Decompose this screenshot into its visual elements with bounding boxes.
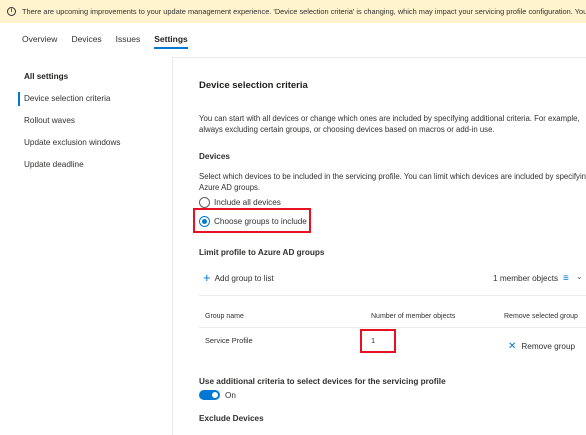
limit-profile-heading: Limit profile to Azure AD groups xyxy=(199,248,325,257)
remove-group-button[interactable]: ✕ Remove group xyxy=(508,341,575,352)
devices-heading: Devices xyxy=(199,152,230,161)
settings-sidebar: All settings Device selection criteria R… xyxy=(0,70,172,180)
add-group-button[interactable]: + Add group to list xyxy=(203,270,274,285)
member-objects-count: 1 member objects xyxy=(493,274,559,283)
plus-icon: + xyxy=(203,270,211,285)
radio-include-all-devices[interactable]: Include all devices xyxy=(199,197,281,208)
table-header-divider xyxy=(199,327,586,328)
table-cell-group-name: Service Profile xyxy=(205,336,253,345)
sidebar-item-rollout-waves[interactable]: Rollout waves xyxy=(0,114,172,128)
filter-lines-icon[interactable]: ≡ xyxy=(563,273,569,284)
radio-circle xyxy=(199,197,210,208)
sidebar-item-update-deadline[interactable]: Update deadline xyxy=(0,158,172,172)
column-header-remove: Remove selected group xyxy=(504,313,578,320)
exclude-devices-heading: Exclude Devices xyxy=(199,414,264,423)
intro-text-line1: You can start with all devices or change… xyxy=(199,114,580,123)
toggle-label: On xyxy=(225,390,236,400)
remove-group-label: Remove group xyxy=(521,342,576,351)
column-header-member-count: Number of member objects xyxy=(371,313,456,320)
additional-criteria-toggle[interactable]: On xyxy=(199,390,236,400)
tab-issues[interactable]: Issues xyxy=(116,31,141,47)
devices-description-line2: Azure AD groups. xyxy=(199,183,261,192)
column-header-group-name: Group name xyxy=(205,313,244,320)
sidebar-divider xyxy=(172,58,173,435)
chevron-down-icon[interactable]: ⌄ xyxy=(576,272,583,281)
highlight-box-member-count xyxy=(360,329,396,353)
devices-description-line1: Select which devices to be included in t… xyxy=(199,172,586,181)
sidebar-item-update-exclusion-windows[interactable]: Update exclusion windows xyxy=(0,136,172,150)
banner-text: There are upcoming improvements to your … xyxy=(22,7,586,16)
highlight-box-choose-groups xyxy=(193,208,311,233)
tab-settings[interactable]: Settings xyxy=(154,31,188,49)
info-banner: i There are upcoming improvements to you… xyxy=(0,0,586,23)
sidebar-item-device-selection-criteria[interactable]: Device selection criteria xyxy=(0,92,172,106)
add-group-label: Add group to list xyxy=(214,273,274,283)
tab-devices[interactable]: Devices xyxy=(71,31,101,47)
tab-overview[interactable]: Overview xyxy=(22,31,57,47)
intro-text-line2: always excluding certain groups, or choo… xyxy=(199,125,495,134)
tabs-divider xyxy=(172,57,586,58)
tab-bar: Overview Devices Issues Settings xyxy=(0,31,586,51)
close-icon: ✕ xyxy=(508,341,517,352)
info-icon: i xyxy=(7,7,16,16)
page-title: Device selection criteria xyxy=(199,80,308,91)
table-top-divider xyxy=(199,295,586,296)
radio-label: Include all devices xyxy=(214,198,281,207)
toggle-switch xyxy=(199,390,220,400)
sidebar-heading: All settings xyxy=(24,72,69,81)
additional-criteria-heading: Use additional criteria to select device… xyxy=(199,377,446,386)
